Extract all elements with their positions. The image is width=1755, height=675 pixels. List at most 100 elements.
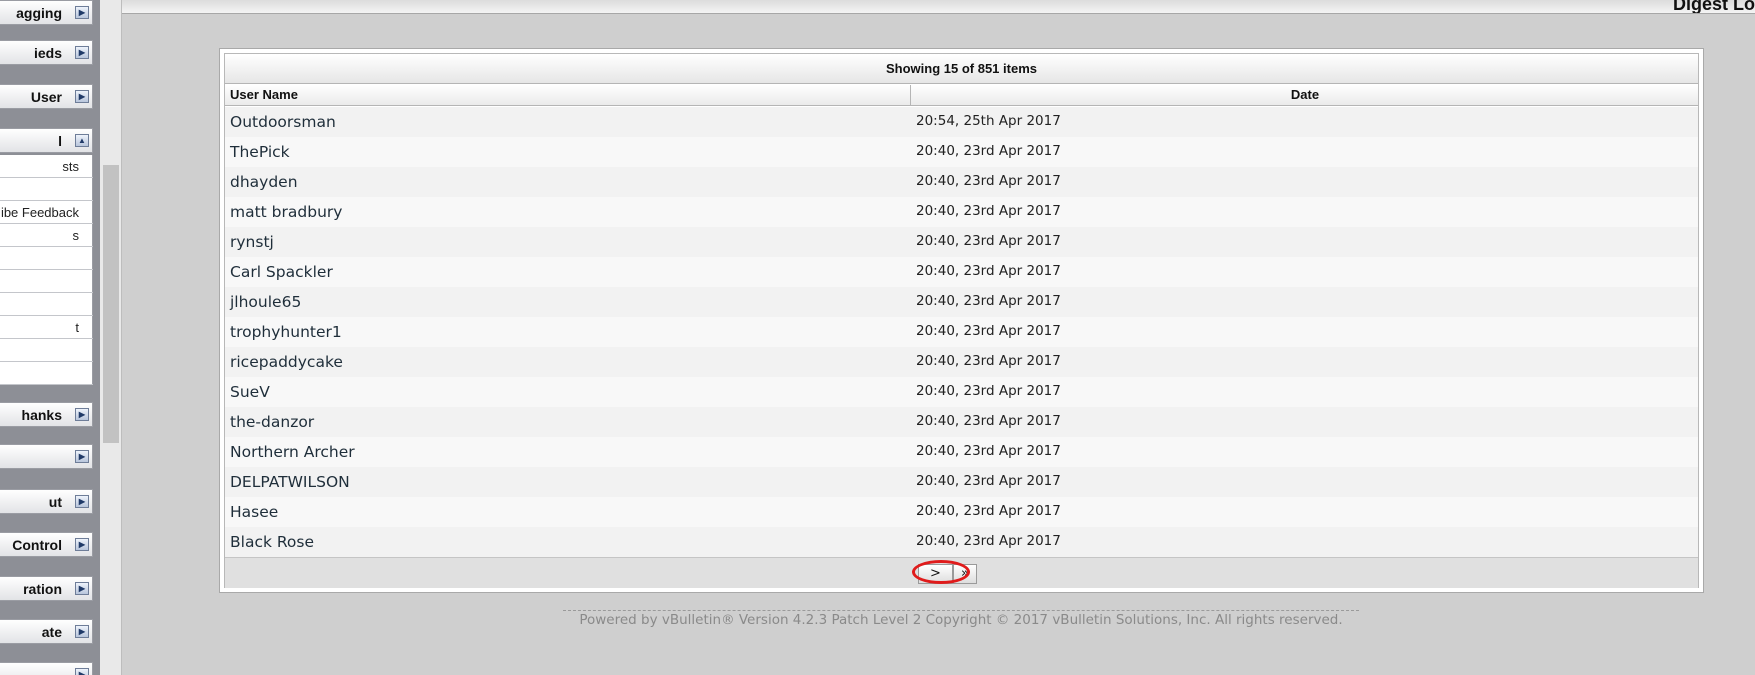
table-title: Showing 15 of 851 items: [225, 54, 1698, 84]
user-name-cell[interactable]: trophyhunter1: [230, 323, 342, 341]
user-name-cell[interactable]: DELPATWILSON: [230, 473, 350, 491]
footer-divider: [563, 610, 1359, 611]
table-row: Outdoorsman 20:54, 25th Apr 2017: [225, 107, 1698, 137]
user-name-cell[interactable]: Hasee: [230, 503, 278, 521]
next-page-button[interactable]: >: [918, 564, 953, 584]
user-name-cell[interactable]: Northern Archer: [230, 443, 355, 461]
column-header-user-name: User Name: [225, 85, 911, 105]
user-name-cell[interactable]: Outdoorsman: [230, 113, 336, 131]
nav-subitem[interactable]: [0, 270, 93, 293]
date-cell: 20:40, 23rd Apr 2017: [916, 443, 1061, 459]
table-row: rynstj 20:40, 23rd Apr 2017: [225, 227, 1698, 257]
nav-group-label: agging: [16, 5, 62, 21]
nav-subitem[interactable]: ibe Feedback: [0, 201, 93, 224]
nav-group-control[interactable]: Control ▶: [0, 532, 93, 557]
collapse-arrow-icon[interactable]: ▲: [75, 134, 89, 147]
nav-group-tagging[interactable]: agging ▶: [0, 0, 93, 25]
nav-group-label: hanks: [21, 407, 62, 423]
user-name-cell[interactable]: rynstj: [230, 233, 274, 251]
last-page-button[interactable]: »: [953, 564, 977, 584]
nav-group-label: User: [30, 89, 62, 105]
nav-group-bottom[interactable]: ▶: [0, 662, 93, 675]
copyright-footer: Powered by vBulletin® Version 4.2.3 Patc…: [579, 612, 1343, 628]
date-cell: 20:40, 23rd Apr 2017: [916, 173, 1061, 189]
page-title: Digest Lo: [1672, 0, 1755, 14]
user-name-cell[interactable]: Carl Spackler: [230, 263, 333, 281]
user-name-cell[interactable]: SueV: [230, 383, 270, 401]
date-cell: 20:40, 23rd Apr 2017: [916, 383, 1061, 399]
pagination-bar: > »: [225, 557, 1698, 588]
table-row: Carl Spackler 20:40, 23rd Apr 2017: [225, 257, 1698, 287]
date-cell: 20:40, 23rd Apr 2017: [916, 533, 1061, 549]
user-name-cell[interactable]: matt bradbury: [230, 203, 342, 221]
nav-group-label: ut: [48, 494, 62, 510]
user-name-cell[interactable]: jlhoule65: [230, 293, 301, 311]
nav-subitem[interactable]: [0, 362, 93, 385]
digest-log-table: Showing 15 of 851 items User Name Date O…: [224, 53, 1699, 588]
nav-group-ate[interactable]: ate ▶: [0, 619, 93, 644]
nav-group-label: Control: [12, 537, 62, 553]
date-cell: 20:40, 23rd Apr 2017: [916, 353, 1061, 369]
date-cell: 20:40, 23rd Apr 2017: [916, 143, 1061, 159]
nav-group-layout[interactable]: ut ▶: [0, 489, 93, 514]
nav-subitem-label: sts: [62, 159, 79, 174]
nav-subitem[interactable]: t: [0, 316, 93, 339]
user-name-cell[interactable]: ThePick: [230, 143, 290, 161]
table-row: the-danzor 20:40, 23rd Apr 2017: [225, 407, 1698, 437]
nav-subitem[interactable]: [0, 178, 93, 201]
table-row: dhayden 20:40, 23rd Apr 2017: [225, 167, 1698, 197]
digest-log-panel: Showing 15 of 851 items User Name Date O…: [219, 48, 1704, 593]
table-row: SueV 20:40, 23rd Apr 2017: [225, 377, 1698, 407]
nav-group-thanks[interactable]: hanks ▶: [0, 402, 93, 427]
user-name-cell[interactable]: the-danzor: [230, 413, 314, 431]
nav-group-fields[interactable]: ieds ▶: [0, 40, 93, 65]
table-row: ricepaddycake 20:40, 23rd Apr 2017: [225, 347, 1698, 377]
table-row: DELPATWILSON 20:40, 23rd Apr 2017: [225, 467, 1698, 497]
nav-subitem[interactable]: sts: [0, 155, 93, 178]
nav-group-label: ieds: [33, 45, 62, 61]
date-cell: 20:40, 23rd Apr 2017: [916, 323, 1061, 339]
expand-arrow-icon[interactable]: ▶: [75, 668, 89, 675]
nav-group-ration[interactable]: ration ▶: [0, 576, 93, 601]
user-name-cell[interactable]: ricepaddycake: [230, 353, 343, 371]
sidebar-scrollbar[interactable]: [100, 0, 122, 675]
scrollbar-thumb[interactable]: [103, 165, 119, 443]
table-row: matt bradbury 20:40, 23rd Apr 2017: [225, 197, 1698, 227]
date-cell: 20:40, 23rd Apr 2017: [916, 413, 1061, 429]
date-cell: 20:54, 25th Apr 2017: [916, 113, 1061, 129]
nav-subitem-label: t: [75, 320, 79, 335]
table-row: jlhoule65 20:40, 23rd Apr 2017: [225, 287, 1698, 317]
expand-arrow-icon[interactable]: ▶: [75, 582, 89, 595]
table-row: ThePick 20:40, 23rd Apr 2017: [225, 137, 1698, 167]
date-cell: 20:40, 23rd Apr 2017: [916, 233, 1061, 249]
nav-subitem[interactable]: [0, 339, 93, 362]
expand-arrow-icon[interactable]: ▶: [75, 408, 89, 421]
table-row: trophyhunter1 20:40, 23rd Apr 2017: [225, 317, 1698, 347]
expand-arrow-icon[interactable]: ▶: [75, 495, 89, 508]
date-cell: 20:40, 23rd Apr 2017: [916, 503, 1061, 519]
expand-arrow-icon[interactable]: ▶: [75, 6, 89, 19]
nav-group-label: l: [58, 133, 62, 149]
date-cell: 20:40, 23rd Apr 2017: [916, 293, 1061, 309]
nav-subitem[interactable]: s: [0, 224, 93, 247]
nav-subitem-label: s: [72, 228, 80, 243]
expand-arrow-icon[interactable]: ▶: [75, 450, 89, 463]
expand-arrow-icon[interactable]: ▶: [75, 538, 89, 551]
nav-group-unlabeled[interactable]: ▶: [0, 444, 93, 469]
admin-nav-sidebar: agging ▶ ieds ▶ User ▶ l ▲ sts ibe Feedb…: [0, 0, 100, 675]
nav-group-expanded[interactable]: l ▲: [0, 128, 93, 153]
user-name-cell[interactable]: dhayden: [230, 173, 298, 191]
date-cell: 20:40, 23rd Apr 2017: [916, 203, 1061, 219]
expand-arrow-icon[interactable]: ▶: [75, 90, 89, 103]
top-header-bar: Digest Lo: [122, 0, 1755, 14]
nav-group-label: ate: [41, 624, 62, 640]
column-header-date: Date: [1290, 87, 1320, 102]
user-name-cell[interactable]: Black Rose: [230, 533, 314, 551]
expand-arrow-icon[interactable]: ▶: [75, 46, 89, 59]
table-row: Northern Archer 20:40, 23rd Apr 2017: [225, 437, 1698, 467]
expand-arrow-icon[interactable]: ▶: [75, 625, 89, 638]
date-cell: 20:40, 23rd Apr 2017: [916, 473, 1061, 489]
nav-subitem[interactable]: [0, 247, 93, 270]
nav-group-user[interactable]: User ▶: [0, 84, 93, 109]
nav-subitem[interactable]: [0, 293, 93, 316]
